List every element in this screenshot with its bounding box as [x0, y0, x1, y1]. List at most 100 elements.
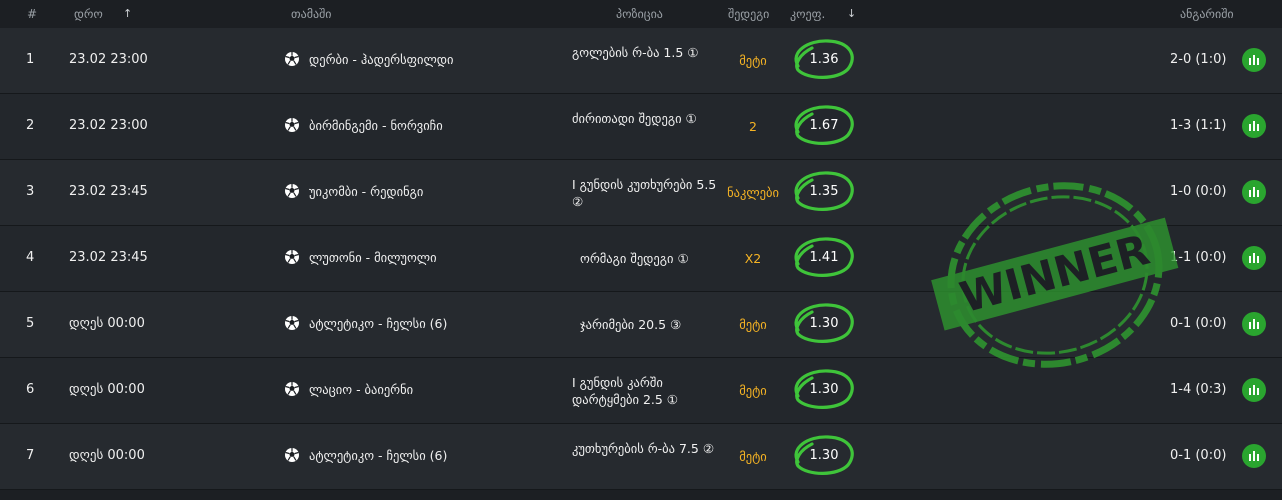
row-number: 4 — [26, 250, 35, 265]
odds-number: 1.30 — [809, 316, 839, 331]
bet-position: გოლების რ-ბა 1.5 ① — [572, 45, 699, 60]
bet-outcome: მეტი — [739, 317, 767, 332]
stats-bar — [1253, 121, 1255, 131]
stats-button[interactable] — [1242, 378, 1266, 402]
odds-number: 1.36 — [809, 52, 839, 67]
odds-value: 1.67 — [788, 102, 860, 148]
table-row[interactable]: 2 23.02 23:00 ბირმინგემი - ნორვიჩი ძირითადი… — [0, 94, 1282, 160]
match-name[interactable]: ატლეტიკო - ჩელსი (6) — [309, 316, 447, 331]
bet-outcome: ნაკლები — [727, 185, 779, 200]
odds-value: 1.30 — [788, 432, 860, 478]
soccer-ball-icon — [284, 249, 300, 265]
stats-bars-icon — [1249, 454, 1251, 461]
table-row[interactable]: 4 23.02 23:45 ლუთონი - მილუოლი ორმაგი შედეგ… — [0, 226, 1282, 292]
stats-bar — [1257, 322, 1259, 329]
stats-bars-icon — [1249, 124, 1251, 131]
bet-outcome: მეტი — [739, 449, 767, 464]
bet-position: I გუნდის კუთხურები 5.5 ② — [572, 177, 717, 209]
stats-bars-icon — [1249, 58, 1251, 65]
header-outcome: შედეგი — [728, 7, 770, 21]
stats-bar — [1257, 190, 1259, 197]
match-score: 1-1 (0:0) — [1170, 250, 1227, 265]
table-row[interactable]: 6 დღეს 00:00 ლაციო - ბაიერნი I გუნდის კარში… — [0, 358, 1282, 424]
header-position: პოზიცია — [616, 7, 663, 21]
stats-button[interactable] — [1242, 180, 1266, 204]
soccer-ball-icon — [284, 447, 300, 463]
header-score: ანგარიში — [1180, 7, 1234, 21]
soccer-ball-icon — [284, 183, 300, 199]
stats-bar — [1253, 451, 1255, 461]
stats-bar — [1253, 253, 1255, 263]
bet-outcome: მეტი — [739, 383, 767, 398]
match-name[interactable]: ბირმინგემი - ნორვიჩი — [309, 118, 443, 133]
match-name[interactable]: ლაციო - ბაიერნი — [309, 382, 413, 397]
odds-number: 1.30 — [809, 382, 839, 397]
header-number: # — [27, 7, 38, 21]
match-score: 2-0 (1:0) — [1170, 52, 1227, 67]
match-time: 23.02 23:45 — [69, 250, 148, 265]
table-row[interactable]: 3 23.02 23:45 უიკომბი - რედინგი I გუნდის კუ… — [0, 160, 1282, 226]
odds-number: 1.41 — [809, 250, 839, 265]
odds-value: 1.36 — [788, 36, 860, 82]
stats-bars-icon — [1249, 190, 1251, 197]
odds-number: 1.30 — [809, 448, 839, 463]
bet-outcome: მეტი — [739, 53, 767, 68]
stats-bar — [1257, 124, 1259, 131]
sort-ascending-icon[interactable]: ↑ — [123, 7, 132, 20]
match-score: 0-1 (0:0) — [1170, 316, 1227, 331]
match-name[interactable]: დერბი - ჰადერსფილდი — [309, 52, 453, 67]
soccer-ball-icon — [284, 51, 300, 67]
soccer-ball-icon — [284, 381, 300, 397]
stats-bar — [1257, 454, 1259, 461]
header-match: თამაში — [291, 7, 332, 21]
stats-bars-icon — [1249, 322, 1251, 329]
bet-outcome: 2 — [749, 119, 757, 134]
match-score: 1-3 (1:1) — [1170, 118, 1227, 133]
match-time: დღეს 00:00 — [69, 448, 145, 463]
table-row[interactable]: 7 დღეს 00:00 ატლეტიკო - ჩელსი (6) კუთხურები… — [0, 424, 1282, 490]
odds-value: 1.41 — [788, 234, 860, 280]
header-time[interactable]: დრო — [74, 7, 103, 21]
stats-bar — [1257, 58, 1259, 65]
match-score: 1-0 (0:0) — [1170, 184, 1227, 199]
match-name[interactable]: უიკომბი - რედინგი — [309, 184, 423, 199]
stats-button[interactable] — [1242, 444, 1266, 468]
sort-descending-icon[interactable]: ↓ — [847, 7, 856, 20]
odds-value: 1.35 — [788, 168, 860, 214]
match-time: 23.02 23:00 — [69, 52, 148, 67]
bet-position: ჯარიმები 20.5 ③ — [580, 317, 682, 332]
stats-button[interactable] — [1242, 114, 1266, 138]
soccer-ball-icon — [284, 117, 300, 133]
row-number: 2 — [26, 118, 35, 133]
table-header: # დრო ↑ თამაში პოზიცია შედეგი კოეფ. ↓ ან… — [0, 0, 1282, 28]
match-score: 0-1 (0:0) — [1170, 448, 1227, 463]
stats-bar — [1257, 256, 1259, 263]
match-score: 1-4 (0:3) — [1170, 382, 1227, 397]
bet-position: ორმაგი შედეგი ① — [580, 251, 689, 266]
table-row[interactable]: 1 23.02 23:00 დერბი - ჰადერსფილდი გოლების რ… — [0, 28, 1282, 94]
stats-bar — [1253, 319, 1255, 329]
stats-bar — [1257, 388, 1259, 395]
match-name[interactable]: ატლეტიკო - ჩელსი (6) — [309, 448, 447, 463]
table-row[interactable]: 5 დღეს 00:00 ატლეტიკო - ჩელსი (6) ჯარიმები … — [0, 292, 1282, 358]
stats-button[interactable] — [1242, 48, 1266, 72]
match-name[interactable]: ლუთონი - მილუოლი — [309, 250, 437, 265]
soccer-ball-icon — [284, 315, 300, 331]
stats-bars-icon — [1249, 256, 1251, 263]
bet-position: კუთხურების რ-ბა 7.5 ② — [572, 441, 715, 456]
bet-position: I გუნდის კარში დარტყმები 2.5 ① — [572, 375, 679, 407]
match-time: 23.02 23:00 — [69, 118, 148, 133]
bet-outcome: X2 — [744, 251, 762, 266]
stats-bar — [1253, 187, 1255, 197]
bet-position: ძირითადი შედეგი ① — [572, 111, 697, 126]
bets-table-body: 1 23.02 23:00 დერბი - ჰადერსფილდი გოლების რ… — [0, 28, 1282, 490]
odds-number: 1.67 — [809, 118, 839, 133]
stats-bar — [1253, 385, 1255, 395]
stats-bars-icon — [1249, 388, 1251, 395]
stats-button[interactable] — [1242, 246, 1266, 270]
row-number: 7 — [26, 448, 35, 463]
match-time: დღეს 00:00 — [69, 382, 145, 397]
header-odds[interactable]: კოეფ. — [790, 7, 825, 21]
row-number: 6 — [26, 382, 35, 397]
stats-button[interactable] — [1242, 312, 1266, 336]
